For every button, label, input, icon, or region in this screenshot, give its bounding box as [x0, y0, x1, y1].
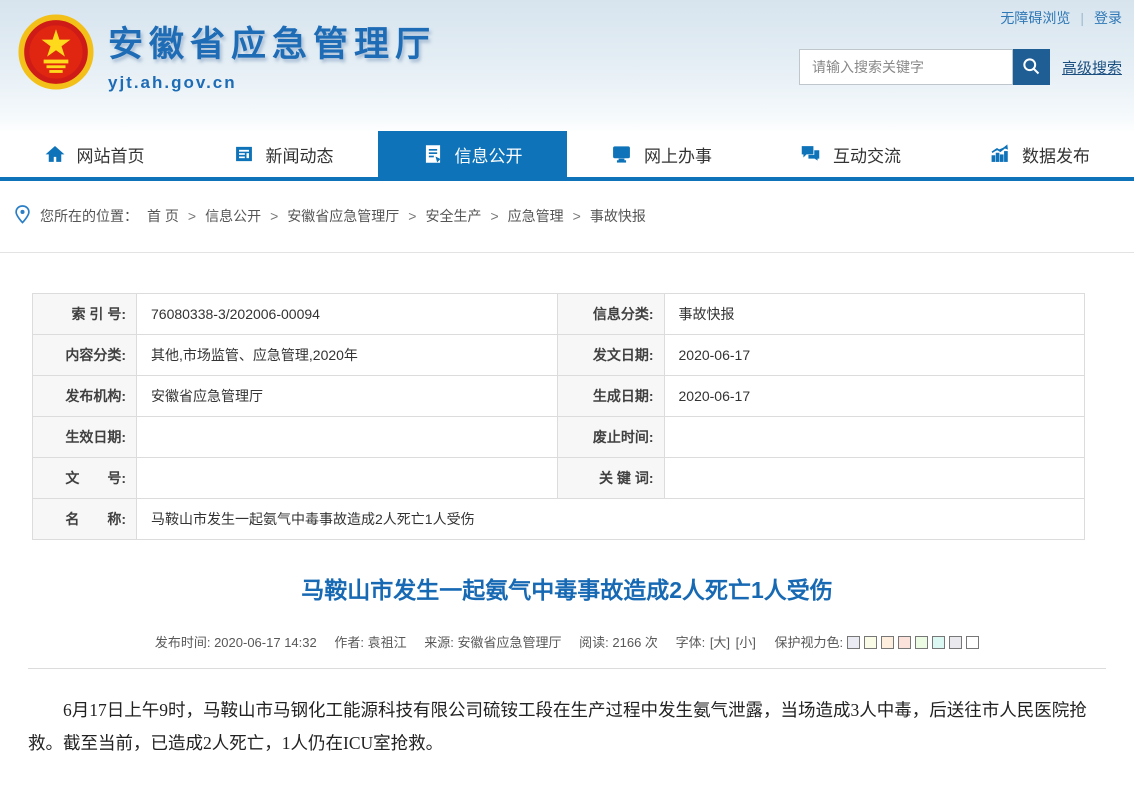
advanced-search-link[interactable]: 高级搜索 — [1062, 57, 1122, 78]
nav-item-news[interactable]: 新闻动态 — [189, 131, 378, 177]
nav-label: 网站首页 — [77, 142, 145, 167]
article-body-paragraph: 6月17日上午9时，马鞍山市马钢化工能源科技有限公司硫铵工段在生产过程中发生氨气… — [28, 694, 1108, 760]
nav-item-online-services[interactable]: 网上办事 — [567, 131, 756, 177]
login-link[interactable]: 登录 — [1094, 8, 1122, 28]
source: 来源: 安徽省应急管理厅 — [424, 635, 561, 650]
content-divider — [28, 668, 1106, 669]
breadcrumb-bar: 您所在的位置： 首 页 > 信息公开 > 安徽省应急管理厅 > 安全生产 > 应… — [0, 181, 1134, 253]
author: 作者: 袁祖江 — [334, 635, 406, 650]
top-links: 无障碍浏览 | 登录 — [1000, 8, 1122, 28]
keywords-label: 关 键 词: — [557, 458, 664, 499]
table-row: 发布机构: 安徽省应急管理厅 生成日期: 2020-06-17 — [33, 376, 1085, 417]
breadcrumb-separator: > — [408, 208, 416, 224]
search-button[interactable] — [1013, 49, 1050, 85]
site-name: 安徽省应急管理厅 — [108, 16, 436, 67]
nav-label: 互动交流 — [833, 142, 901, 167]
table-row: 名 称: 马鞍山市发生一起氨气中毒事故造成2人死亡1人受伤 — [33, 499, 1085, 540]
eye-color-swatch[interactable] — [898, 636, 911, 649]
nav-label: 数据发布 — [1022, 142, 1090, 167]
breadcrumb-separator: > — [490, 208, 498, 224]
breadcrumb: 您所在的位置： 首 页 > 信息公开 > 安徽省应急管理厅 > 安全生产 > 应… — [14, 204, 1134, 228]
info-category-label: 信息分类: — [557, 294, 664, 335]
search-input[interactable] — [799, 49, 1013, 85]
index-number-value: 76080338-3/202006-00094 — [137, 294, 558, 335]
eye-color-swatch[interactable] — [932, 636, 945, 649]
eye-color-swatch[interactable] — [881, 636, 894, 649]
nav-label: 网上办事 — [644, 142, 712, 167]
breadcrumb-item-safety[interactable]: 安全生产 — [425, 206, 481, 226]
eye-color-swatch[interactable] — [864, 636, 877, 649]
publish-time: 发布时间: 2020-06-17 14:32 — [155, 635, 317, 650]
breadcrumb-prefix: 您所在的位置： — [40, 206, 138, 226]
breadcrumb-item-home[interactable]: 首 页 — [147, 206, 179, 226]
generate-date-value: 2020-06-17 — [664, 376, 1085, 417]
home-icon — [45, 144, 65, 164]
article-title: 马鞍山市发生一起氨气中毒事故造成2人死亡1人受伤 — [0, 571, 1134, 605]
doc-number-label: 文 号: — [33, 458, 137, 499]
index-number-label: 索 引 号: — [33, 294, 137, 335]
breadcrumb-item-department[interactable]: 安徽省应急管理厅 — [287, 206, 399, 226]
nav-item-interaction[interactable]: 互动交流 — [756, 131, 945, 177]
font-large-button[interactable]: [大] — [710, 635, 730, 650]
chat-icon — [800, 144, 821, 164]
eye-color-swatch[interactable] — [966, 636, 979, 649]
info-category-value: 事故快报 — [664, 294, 1085, 335]
breadcrumb-item-emergency[interactable]: 应急管理 — [508, 206, 564, 226]
font-small-button[interactable]: [小] — [736, 635, 756, 650]
breadcrumb-separator: > — [188, 208, 196, 224]
abolish-date-label: 废止时间: — [557, 417, 664, 458]
breadcrumb-separator: > — [270, 208, 278, 224]
view-count: 阅读: 2166 次 — [579, 635, 658, 650]
document-icon — [423, 144, 443, 164]
site-url: yjt.ah.gov.cn — [108, 73, 436, 93]
site-branding: 安徽省应急管理厅 yjt.ah.gov.cn — [18, 14, 436, 95]
table-row: 内容分类: 其他,市场监管、应急管理,2020年 发文日期: 2020-06-1… — [33, 335, 1085, 376]
nav-label: 新闻动态 — [266, 142, 334, 167]
content-category-label: 内容分类: — [33, 335, 137, 376]
page: 安徽省应急管理厅 yjt.ah.gov.cn 无障碍浏览 | 登录 高级搜索 — [0, 0, 1134, 805]
title-field-label: 名 称: — [33, 499, 137, 540]
title-field-value: 马鞍山市发生一起氨气中毒事故造成2人死亡1人受伤 — [137, 499, 1085, 540]
title-block: 安徽省应急管理厅 yjt.ah.gov.cn — [108, 16, 436, 93]
eye-color-swatch[interactable] — [847, 636, 860, 649]
document-info-table: 索 引 号: 76080338-3/202006-00094 信息分类: 事故快… — [32, 293, 1085, 540]
table-row: 索 引 号: 76080338-3/202006-00094 信息分类: 事故快… — [33, 294, 1085, 335]
article-meta: 发布时间: 2020-06-17 14:32 作者: 袁祖江 来源: 安徽省应急… — [0, 632, 1134, 651]
keywords-value — [664, 458, 1085, 499]
font-size-controls: 字体: [大] [小] — [676, 635, 761, 650]
abolish-date-value — [664, 417, 1085, 458]
site-header: 安徽省应急管理厅 yjt.ah.gov.cn 无障碍浏览 | 登录 高级搜索 — [0, 0, 1134, 131]
nav-label: 信息公开 — [455, 142, 523, 167]
search-icon — [1021, 56, 1041, 79]
breadcrumb-item-accident-report[interactable]: 事故快报 — [590, 206, 646, 226]
top-links-separator: | — [1080, 10, 1084, 26]
issue-date-label: 发文日期: — [557, 335, 664, 376]
breadcrumb-separator: > — [573, 208, 581, 224]
doc-number-value — [137, 458, 558, 499]
table-row: 生效日期: 废止时间: — [33, 417, 1085, 458]
publisher-value: 安徽省应急管理厅 — [137, 376, 558, 417]
breadcrumb-item-info[interactable]: 信息公开 — [205, 206, 261, 226]
content-category-value: 其他,市场监管、应急管理,2020年 — [137, 335, 558, 376]
search-bar: 高级搜索 — [799, 49, 1122, 85]
national-emblem-logo — [18, 14, 94, 95]
nav-item-info-disclosure[interactable]: 信息公开 — [378, 131, 567, 177]
nav-item-home[interactable]: 网站首页 — [0, 131, 189, 177]
publisher-label: 发布机构: — [33, 376, 137, 417]
table-row: 文 号: 关 键 词: — [33, 458, 1085, 499]
accessibility-link[interactable]: 无障碍浏览 — [1000, 8, 1070, 28]
news-icon — [234, 144, 254, 164]
nav-item-data-release[interactable]: 数据发布 — [945, 131, 1134, 177]
eye-color-swatch[interactable] — [949, 636, 962, 649]
effective-date-value — [137, 417, 558, 458]
main-nav: 网站首页 新闻动态 信息公开 网上办事 互动交流 — [0, 131, 1134, 181]
issue-date-value: 2020-06-17 — [664, 335, 1085, 376]
effective-date-label: 生效日期: — [33, 417, 137, 458]
chart-icon — [989, 144, 1010, 164]
generate-date-label: 生成日期: — [557, 376, 664, 417]
eye-color-swatch[interactable] — [915, 636, 928, 649]
monitor-icon — [611, 144, 632, 164]
eye-protection-colors: 保护视力色: — [775, 635, 980, 650]
location-pin-icon — [14, 204, 31, 228]
